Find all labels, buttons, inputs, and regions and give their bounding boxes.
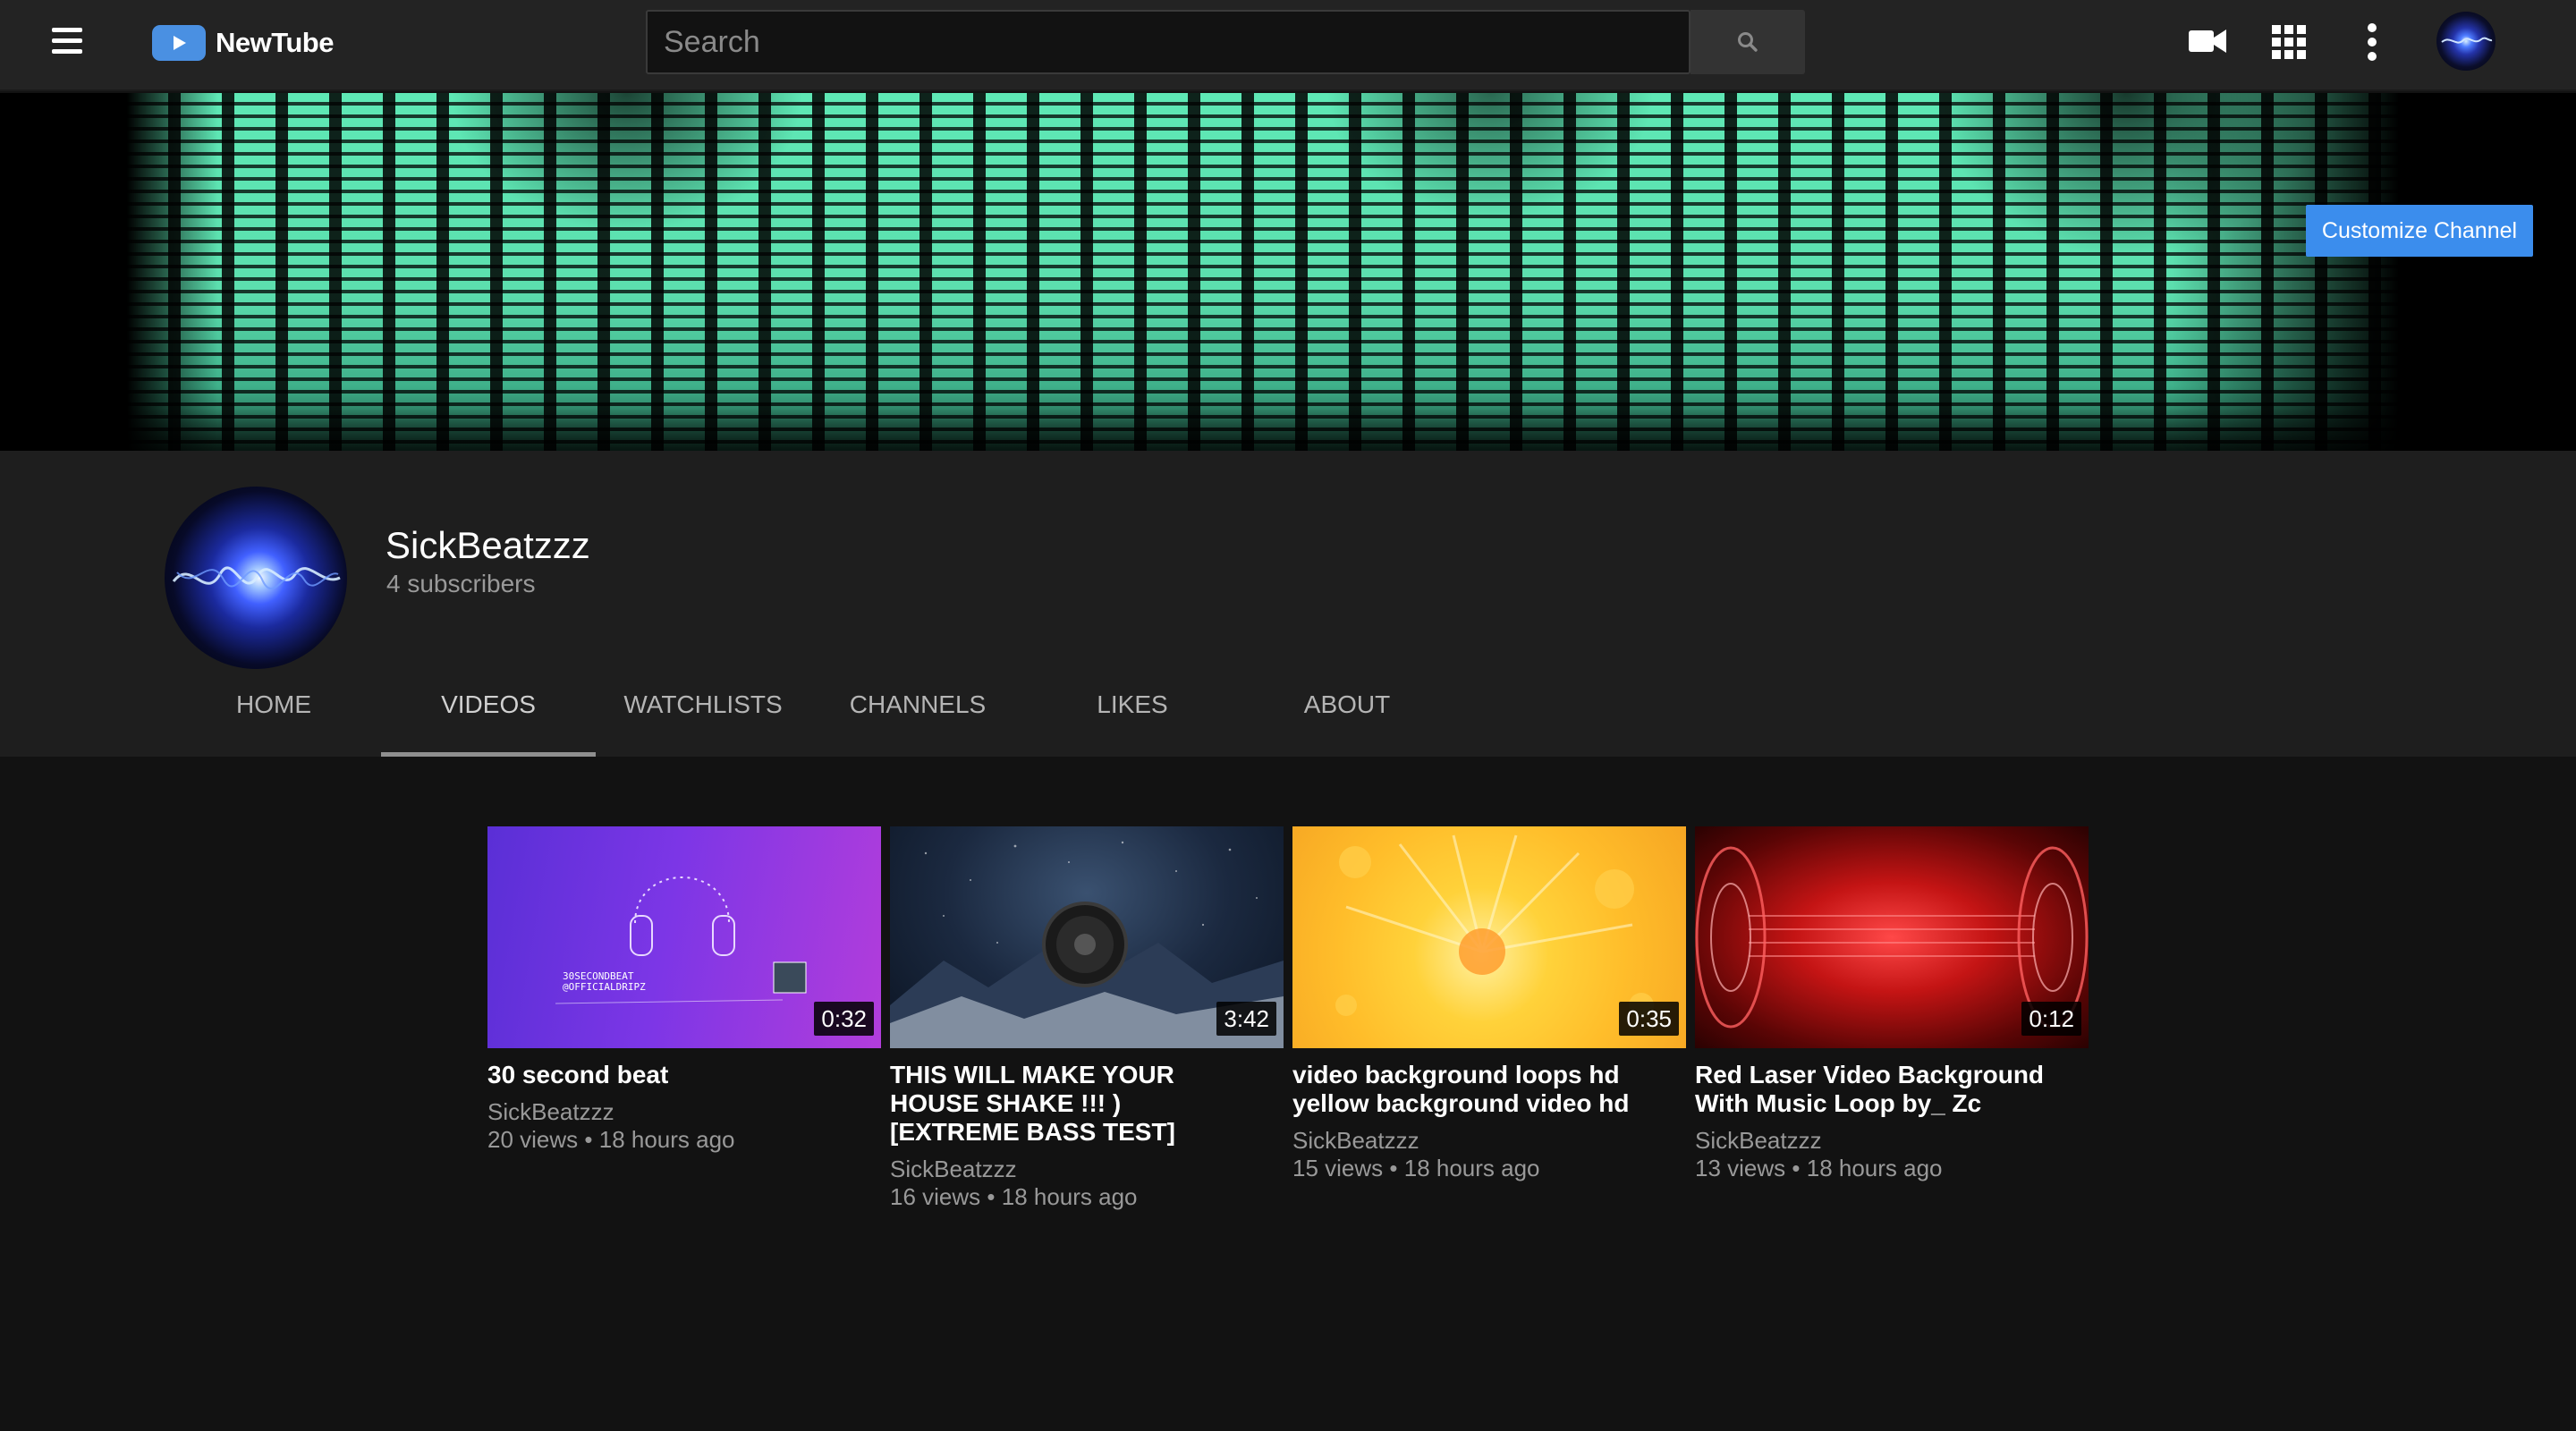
app-logo[interactable]: NewTube — [152, 24, 335, 62]
tab-watchlists[interactable]: WATCHLISTS — [596, 674, 810, 757]
thumbnail-text: 30SECONDBEAT @OFFICIALDRIPZ — [563, 970, 646, 993]
menu-icon[interactable] — [52, 28, 82, 55]
channel-tabs: HOME VIDEOS WATCHLISTS CHANNELS LIKES AB… — [0, 674, 2576, 757]
video-thumbnail[interactable]: 30SECONDBEAT @OFFICIALDRIPZ 0:32 — [487, 826, 881, 1048]
video-channel[interactable]: SickBeatzzz — [487, 1098, 881, 1125]
more-vertical-icon[interactable] — [2367, 23, 2377, 61]
video-card[interactable]: 0:35 video background loops hd yellow ba… — [1292, 826, 1686, 1182]
account-avatar[interactable] — [2436, 12, 2496, 71]
video-channel[interactable]: SickBeatzzz — [1695, 1127, 2089, 1154]
video-duration: 3:42 — [1216, 1002, 1276, 1036]
video-title[interactable]: THIS WILL MAKE YOUR HOUSE SHAKE !!! ) [E… — [890, 1061, 1284, 1147]
video-meta: 20 views • 18 hours ago — [487, 1126, 735, 1153]
subscriber-count: 4 subscribers — [386, 570, 536, 597]
logo-play-icon — [152, 25, 206, 61]
tab-home[interactable]: HOME — [166, 674, 381, 757]
video-duration: 0:35 — [1619, 1002, 1679, 1036]
video-meta: 15 views • 18 hours ago — [1292, 1155, 1540, 1181]
tab-about[interactable]: ABOUT — [1240, 674, 1454, 757]
channel-avatar[interactable] — [165, 487, 347, 669]
top-navigation-bar: NewTube — [0, 0, 2576, 91]
video-title[interactable]: video background loops hd yellow backgro… — [1292, 1061, 1686, 1118]
video-meta: 13 views • 18 hours ago — [1695, 1155, 1943, 1181]
channel-banner: Customize Channel — [0, 93, 2576, 451]
video-card[interactable]: 30SECONDBEAT @OFFICIALDRIPZ 0:32 30 seco… — [487, 826, 881, 1154]
search-icon — [1738, 32, 1758, 52]
video-thumbnail[interactable]: 0:12 — [1695, 826, 2089, 1048]
video-channel[interactable]: SickBeatzzz — [1292, 1127, 1686, 1154]
video-camera-icon[interactable] — [2188, 27, 2227, 55]
channel-name: SickBeatzzz — [386, 524, 590, 566]
apps-grid-icon[interactable] — [2272, 25, 2306, 59]
video-thumbnail[interactable]: 0:35 — [1292, 826, 1686, 1048]
app-name: NewTube — [216, 27, 335, 58]
video-meta: 16 views • 18 hours ago — [890, 1183, 1138, 1210]
tab-videos[interactable]: VIDEOS — [381, 674, 596, 757]
video-duration: 0:12 — [2021, 1002, 2081, 1036]
video-thumbnail[interactable]: 3:42 — [890, 826, 1284, 1048]
video-duration: 0:32 — [814, 1002, 874, 1036]
video-card[interactable]: 3:42 THIS WILL MAKE YOUR HOUSE SHAKE !!!… — [890, 826, 1284, 1211]
tab-likes[interactable]: LIKES — [1025, 674, 1240, 757]
video-channel[interactable]: SickBeatzzz — [890, 1156, 1284, 1182]
video-title[interactable]: Red Laser Video Background With Music Lo… — [1695, 1061, 2089, 1118]
video-card[interactable]: 0:12 Red Laser Video Background With Mus… — [1695, 826, 2089, 1182]
tab-channels[interactable]: CHANNELS — [810, 674, 1025, 757]
video-title[interactable]: 30 second beat — [487, 1061, 881, 1089]
search-button[interactable] — [1690, 10, 1805, 74]
customize-channel-button[interactable]: Customize Channel — [2306, 205, 2533, 257]
equalizer-banner-art — [127, 93, 2399, 451]
channel-header: SickBeatzzz 4 subscribers HOME VIDEOS WA… — [0, 451, 2576, 757]
search-box — [646, 10, 1690, 74]
search-input[interactable] — [648, 12, 1689, 72]
